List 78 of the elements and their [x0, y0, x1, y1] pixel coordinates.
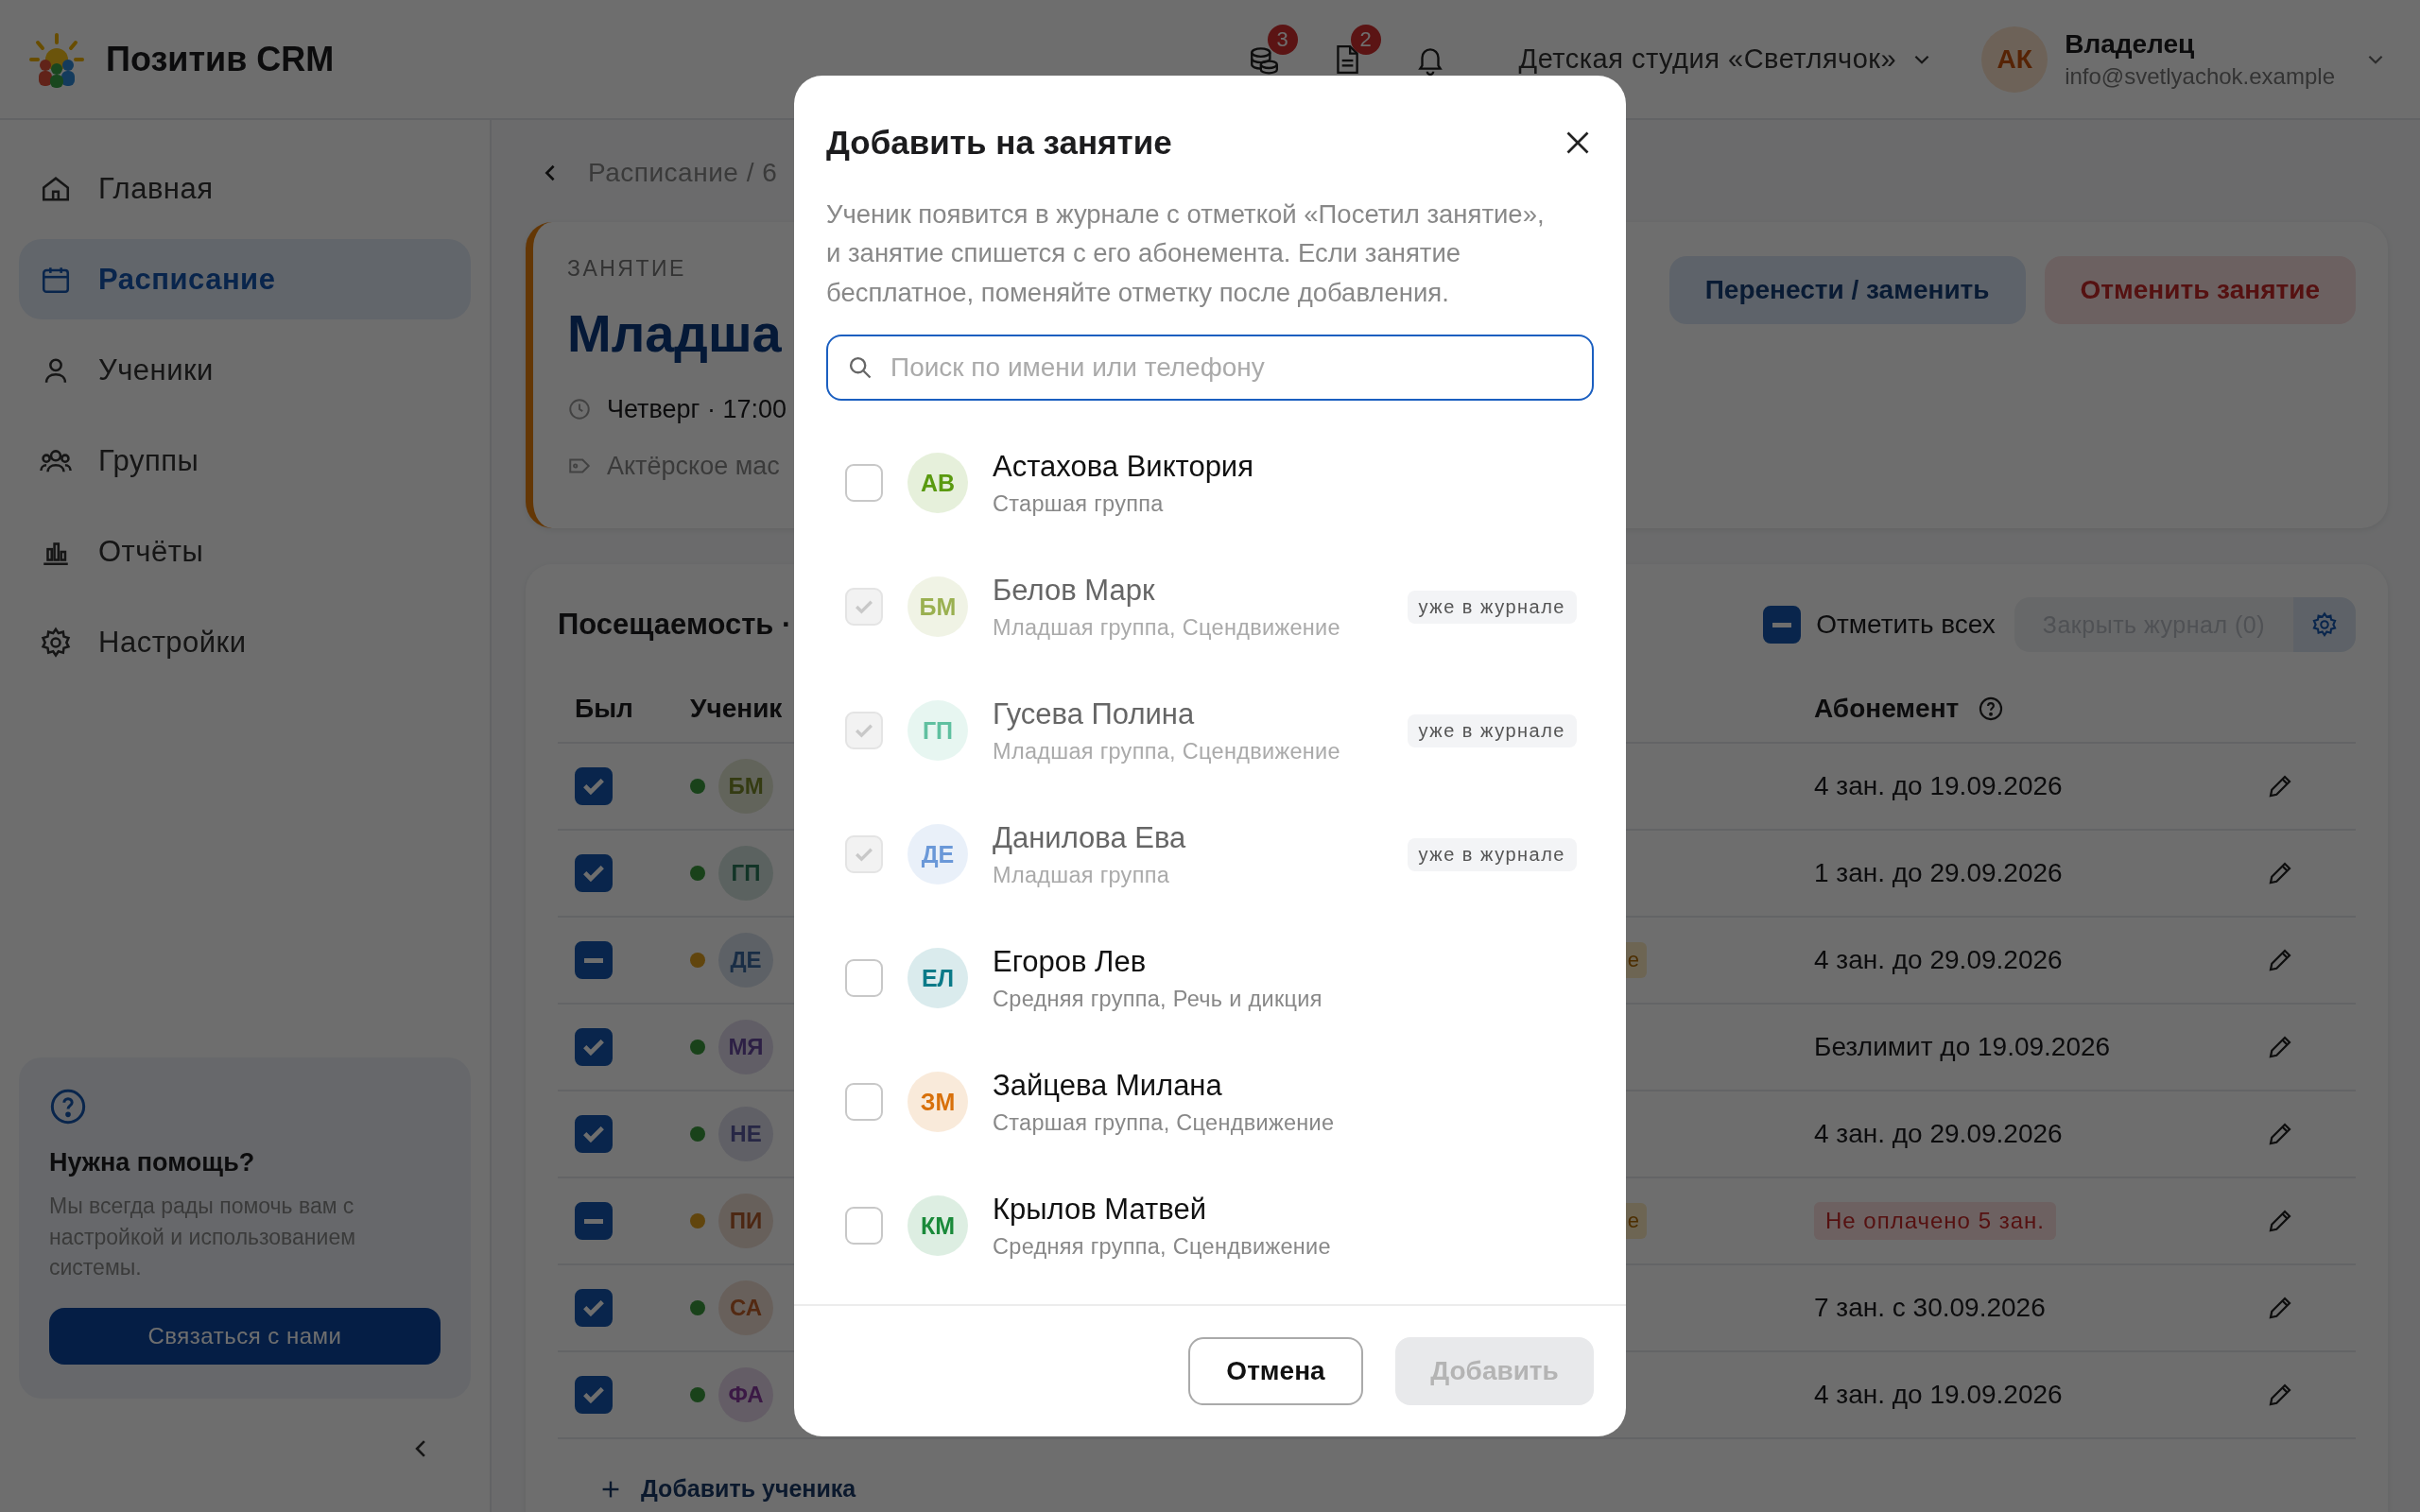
add-student-link[interactable]: Добавить ученика [599, 1475, 2356, 1503]
studio-selector[interactable]: Детская студия «Светлячок» [1518, 43, 1933, 75]
count-badge: 3 [1267, 24, 1298, 55]
subscription-cell: 4 зан. до 29.09.2026 [1814, 945, 2063, 975]
student-name: Белов Марк [993, 573, 1156, 608]
cancel-lesson-button[interactable]: Отменить занятие [2044, 256, 2356, 324]
count-badge: 2 [1350, 24, 1381, 55]
dialog-title: Добавить на занятие [826, 124, 1172, 162]
sidebar-item[interactable]: Расписание [19, 239, 471, 319]
student-group: Средняя группа, Сцендвижение [993, 1233, 1594, 1260]
sidebar-item[interactable]: Главная [19, 148, 471, 229]
subscription-cell: Безлимит до 19.09.2026 [1814, 1032, 2111, 1062]
dialog-description: Ученик появится в журнале с отметкой «Посетил занятие», и занятие спишется с его абонемента. Если занятие бесплатное, поменяйте отметку после добавления. [826, 198, 1546, 309]
mark-all-label[interactable]: Отметить всех [1816, 610, 1996, 640]
subscription-cell: 4 зан. до 19.09.2026 [1814, 771, 2063, 801]
student-name: Гусева Полина [993, 696, 1196, 731]
subscription-cell: 1 зан. до 29.09.2026 [1814, 858, 2063, 888]
subscription-cell: 4 зан. до 19.09.2026 [1814, 1380, 2063, 1410]
status-tag: уже в журнале [1407, 713, 1577, 747]
checkbox[interactable] [575, 1376, 613, 1414]
help-icon[interactable] [1978, 696, 2005, 722]
user-email: info@svetlyachok.example [2065, 62, 2335, 90]
student-avatar: ДЕ [908, 824, 968, 885]
settings-button[interactable] [2293, 597, 2356, 652]
checkbox[interactable] [1763, 606, 1802, 644]
checkbox[interactable] [575, 941, 613, 979]
student-name: Егоров Лев [993, 944, 1148, 979]
subscription-cell: 7 зан. с 30.09.2026 [1814, 1293, 2046, 1323]
reschedule-button[interactable]: Перенести / заменить [1668, 256, 2026, 324]
sidebar-item[interactable]: Настройки [19, 602, 471, 682]
student-avatar: БМ [908, 576, 968, 638]
unpaid-tag: Не оплачено 5 зан. [1814, 1202, 2056, 1240]
status-tag: уже в журнале [1407, 837, 1577, 871]
student-group: Старшая группа, Сцендвижение [993, 1109, 1594, 1136]
status-tag: уже в журнале [1407, 590, 1577, 624]
user-role: Владелец [2065, 28, 2196, 60]
student-name: Астахова Виктория [993, 449, 1254, 484]
checkbox[interactable] [575, 854, 613, 892]
help-icon [49, 1088, 87, 1126]
student-avatar: АВ [908, 453, 968, 514]
student-name: Зайцева Милана [993, 1068, 1223, 1103]
section-label: ЗАНЯТИЕ [567, 256, 687, 282]
user-avatar[interactable]: АК [1981, 26, 2048, 93]
student-avatar: КМ [908, 1195, 968, 1257]
student-group: Младшая группа, Сцендвижение [993, 614, 1383, 641]
clock-icon [567, 397, 592, 421]
student-group: Средняя группа, Речь и дикция [993, 986, 1594, 1012]
sidebar-item[interactable]: Отчёты [19, 511, 471, 592]
checkbox[interactable] [575, 1202, 613, 1240]
sidebar-item[interactable]: Ученики [19, 330, 471, 410]
cancel-button[interactable]: Отмена [1188, 1337, 1363, 1405]
checkbox[interactable] [575, 1289, 613, 1327]
sidebar-item[interactable]: Группы [19, 421, 471, 501]
student-name: Крылов Матвей [993, 1192, 1207, 1227]
subscription-cell: 4 зан. до 29.09.2026 [1814, 1119, 2063, 1149]
help-title: Нужна помощь? [49, 1148, 255, 1178]
column-header: Ученик [690, 694, 783, 724]
student-avatar: ГП [908, 700, 968, 762]
sun-people-logo-icon [28, 30, 85, 88]
gear-icon [2311, 611, 2338, 638]
student-avatar: ЕЛ [908, 948, 968, 1009]
checkbox[interactable] [575, 1028, 613, 1066]
student-avatar: ЗМ [908, 1072, 968, 1133]
app-name: Позитив CRM [106, 39, 335, 79]
student-name: Данилова Ева [993, 820, 1187, 855]
checkbox[interactable] [575, 767, 613, 805]
lesson-time: Четверг · 17:00 [607, 394, 786, 424]
student-group: Младшая группа, Сцендвижение [993, 738, 1383, 765]
student-group: Младшая группа [993, 862, 1383, 888]
settings-icon [40, 626, 72, 659]
attendance-title: Посещаемость · [558, 608, 792, 642]
search-field[interactable]: Поиск по имени или телефону [826, 334, 1594, 401]
lesson-title: Младша [567, 302, 783, 364]
checkbox[interactable] [575, 1115, 613, 1153]
contact-button[interactable]: Связаться с нами [49, 1308, 441, 1365]
column-header: Абонемент [1814, 694, 1960, 724]
student-group: Старшая группа [993, 490, 1594, 517]
column-header: Был [575, 694, 633, 724]
